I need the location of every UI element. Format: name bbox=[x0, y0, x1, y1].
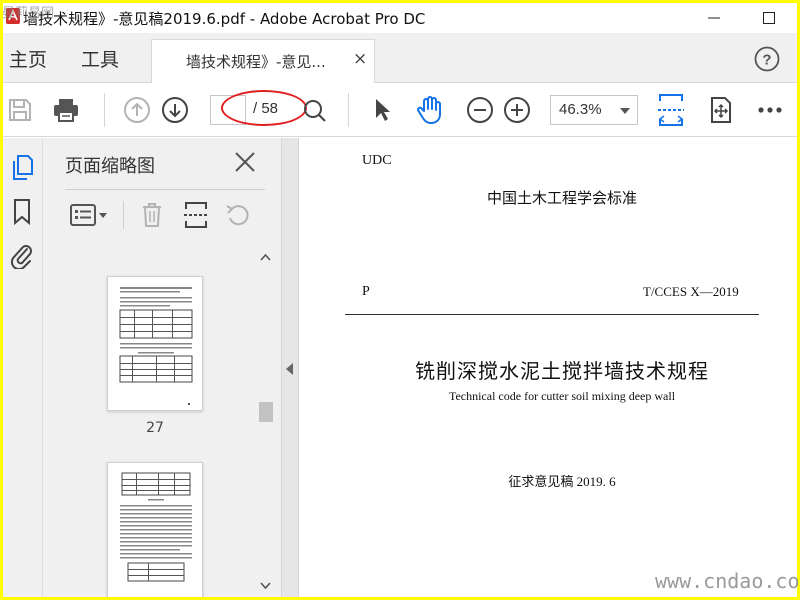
chevron-down-icon bbox=[620, 108, 630, 114]
more-tools-button[interactable] bbox=[755, 95, 785, 125]
maximize-icon bbox=[763, 12, 775, 24]
cursor-icon bbox=[376, 99, 390, 121]
toolbar-separator bbox=[348, 93, 349, 127]
next-page-button[interactable] bbox=[160, 95, 190, 125]
zoom-value: 46.3% bbox=[559, 101, 602, 118]
zoom-in-button[interactable] bbox=[502, 95, 532, 125]
panel-collapse-handle[interactable] bbox=[281, 138, 299, 597]
title-bar: 墙技术规程》-意见稿2019.6.pdf - Adobe Acrobat Pro… bbox=[3, 3, 797, 33]
paperclip-icon bbox=[10, 245, 32, 269]
thumbnail-panel: 页面缩略图 27 bbox=[43, 138, 281, 597]
doc-title: 铣削深搅水泥土搅拌墙技术规程 bbox=[415, 359, 709, 383]
toolbar: / 58 46.3% bbox=[3, 83, 797, 137]
document-tab-label: 墙技术规程》-意见... bbox=[186, 53, 326, 71]
zoom-out-icon bbox=[467, 97, 493, 123]
rotate-icon bbox=[226, 205, 249, 226]
doc-standard-code: T/CCES X—2019 bbox=[643, 284, 739, 299]
zoom-dropdown[interactable]: 46.3% bbox=[550, 95, 638, 125]
zoom-in-icon bbox=[504, 97, 530, 123]
attachments-button[interactable] bbox=[7, 239, 37, 271]
options-menu-icon bbox=[70, 204, 107, 226]
help-icon[interactable]: ? bbox=[754, 46, 780, 72]
scroll-down-icon[interactable] bbox=[260, 580, 271, 591]
previous-page-button[interactable] bbox=[122, 95, 152, 125]
document-tab[interactable]: 墙技术规程》-意见... × bbox=[151, 39, 375, 84]
thumbnail-options-button[interactable] bbox=[67, 198, 111, 232]
fit-width-icon bbox=[658, 94, 684, 126]
arrow-down-icon bbox=[162, 97, 188, 123]
zoom-out-button[interactable] bbox=[465, 95, 495, 125]
page-expand-icon bbox=[711, 97, 731, 123]
print-button[interactable] bbox=[51, 95, 81, 125]
thumbnail-page-number: 27 bbox=[146, 420, 164, 436]
page-preview bbox=[119, 287, 193, 405]
acrobat-window: 墙技术规程》-意见稿2019.6.pdf - Adobe Acrobat Pro… bbox=[3, 3, 797, 597]
maximize-button[interactable] bbox=[746, 3, 792, 33]
thumbnail-page[interactable] bbox=[107, 462, 203, 597]
tab-close-button[interactable]: × bbox=[353, 49, 367, 69]
save-button[interactable] bbox=[5, 95, 35, 125]
thumbnail-list: 27 bbox=[43, 246, 258, 597]
hand-tool-button[interactable] bbox=[415, 95, 445, 125]
rotate-button[interactable] bbox=[223, 198, 253, 232]
close-icon[interactable] bbox=[231, 148, 259, 176]
minimize-button[interactable] bbox=[691, 3, 737, 33]
arrow-up-icon bbox=[124, 97, 150, 123]
select-tool-button[interactable] bbox=[367, 95, 397, 125]
save-icon bbox=[9, 99, 31, 121]
page-number-field[interactable] bbox=[210, 95, 246, 125]
rotate-page-button[interactable] bbox=[706, 95, 736, 125]
menu-tools[interactable]: 工具 bbox=[81, 45, 119, 72]
page-thumbnails-button[interactable] bbox=[7, 152, 37, 184]
chevron-left-icon bbox=[286, 363, 293, 375]
toolbar-separator bbox=[104, 93, 105, 127]
delete-pages-button[interactable] bbox=[137, 198, 167, 232]
pages-icon bbox=[13, 155, 33, 180]
doc-rule bbox=[345, 314, 759, 315]
page-total: / 58 bbox=[253, 100, 279, 117]
hand-icon bbox=[417, 96, 441, 124]
document-view: UDC 中国土木工程学会标准 P T/CCES X—2019 铣削深搅水泥土搅拌… bbox=[299, 138, 797, 597]
menu-bar: 主页 工具 墙技术规程》-意见... × ? bbox=[3, 33, 797, 84]
doc-association: 中国土木工程学会标准 bbox=[486, 191, 637, 207]
doc-english-title: Technical code for cutter soil mixing de… bbox=[448, 389, 676, 403]
page-number-input[interactable] bbox=[211, 96, 245, 124]
print-icon bbox=[54, 99, 78, 122]
doc-draft-note: 征求意见稿 2019. 6 bbox=[508, 474, 616, 489]
menu-home[interactable]: 主页 bbox=[9, 45, 47, 72]
page-preview bbox=[120, 472, 192, 582]
watermark-top-left: 曼莉易网 bbox=[2, 6, 55, 21]
doc-udc: UDC bbox=[362, 153, 392, 168]
panel-divider bbox=[65, 189, 265, 190]
svg-text:?: ? bbox=[762, 52, 771, 69]
thumbnail-page[interactable] bbox=[107, 276, 203, 411]
thumbnail-scrollbar[interactable] bbox=[257, 246, 274, 597]
panel-title: 页面缩略图 bbox=[65, 156, 155, 177]
bookmarks-button[interactable] bbox=[7, 196, 37, 228]
doc-p: P bbox=[362, 284, 370, 299]
insert-page-button[interactable] bbox=[181, 198, 211, 232]
trash-icon bbox=[143, 203, 161, 227]
watermark-bottom-right: www.cndao.com bbox=[655, 569, 800, 593]
fit-page-button[interactable] bbox=[656, 91, 686, 129]
navigation-rail bbox=[3, 138, 43, 597]
magnifier-icon bbox=[304, 100, 326, 122]
more-icon bbox=[758, 107, 782, 113]
window-title: 墙技术规程》-意见稿2019.6.pdf - Adobe Acrobat Pro… bbox=[23, 10, 426, 28]
scroll-up-icon[interactable] bbox=[260, 252, 271, 263]
scrollbar-thumb[interactable] bbox=[259, 402, 273, 422]
minimize-icon bbox=[708, 17, 720, 19]
panel-tool-separator bbox=[123, 201, 124, 229]
bookmark-icon bbox=[14, 199, 30, 226]
page-break-icon bbox=[184, 202, 208, 228]
find-button[interactable] bbox=[300, 95, 330, 125]
